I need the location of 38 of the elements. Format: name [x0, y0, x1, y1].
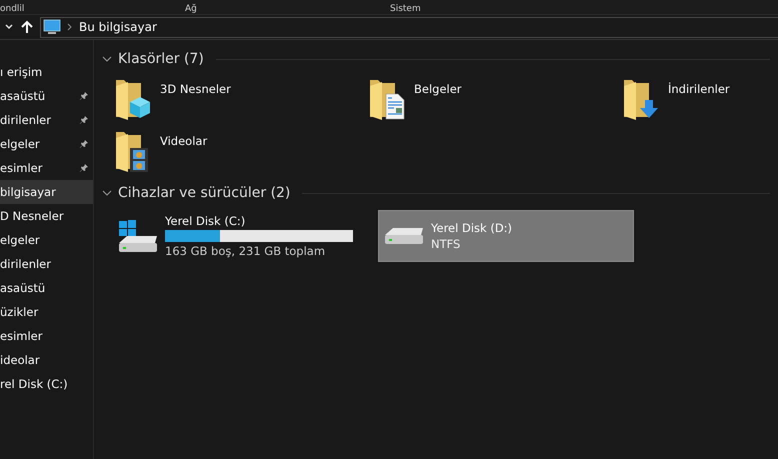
address-bar[interactable]: Bu bilgisayar	[40, 16, 778, 38]
sidebar-item[interactable]: üzikler	[0, 300, 93, 324]
sidebar-item[interactable]: elgeler	[0, 228, 93, 252]
monitor-icon	[43, 19, 61, 35]
sidebar-item[interactable]: bilgisayar	[0, 180, 93, 204]
folder-name[interactable]: İndirilenler	[668, 82, 730, 96]
ribbon-group-label: Sistem	[390, 4, 422, 14]
folder-name[interactable]: Belgeler	[414, 82, 462, 96]
chevron-down-icon[interactable]	[102, 55, 112, 63]
chevron-down-icon[interactable]	[102, 189, 112, 197]
sidebar-item[interactable]: D Nesneler	[0, 204, 93, 228]
up-arrow-icon[interactable]	[20, 20, 34, 34]
sidebar-item[interactable]: ideolar	[0, 348, 93, 372]
chevron-right-icon	[67, 23, 73, 31]
folder-name[interactable]: 3D Nesneler	[160, 82, 231, 96]
sidebar-item[interactable]: esimler	[0, 156, 93, 180]
drive-name: Yerel Disk (C:)	[165, 214, 246, 228]
drive-name: Yerel Disk (D:)	[431, 221, 514, 235]
section-header[interactable]: Cihazlar ve sürücüler (2)	[118, 185, 290, 201]
drive-icon	[385, 228, 423, 244]
section-header[interactable]: Klasörler (7)	[118, 51, 204, 67]
sidebar-item[interactable]: dirilenler	[0, 108, 93, 132]
sidebar-item[interactable]: ı erişim	[0, 60, 93, 84]
sidebar-item[interactable]: rel Disk (C:)	[0, 372, 93, 396]
breadcrumb-item[interactable]: Bu bilgisayar	[79, 20, 157, 34]
windows-drive-icon	[119, 220, 157, 252]
drive-tile[interactable]: Yerel Disk (D:) NTFS	[378, 210, 634, 262]
ribbon-group-label: Ağ	[185, 4, 198, 14]
folder-name[interactable]: Videolar	[160, 134, 208, 148]
drive-info: NTFS	[431, 237, 462, 251]
drive-tile[interactable]: Yerel Disk (C:) 163 GB boş, 231 GB toplam	[112, 210, 368, 262]
sidebar-item[interactable]: dirilenler	[0, 252, 93, 276]
ribbon-group-label: ondlil	[0, 4, 26, 14]
sidebar-item[interactable]: asaüstü	[0, 84, 93, 108]
sidebar-item[interactable]: asaüstü	[0, 276, 93, 300]
sidebar-item[interactable]: esimler	[0, 324, 93, 348]
sidebar-item[interactable]: elgeler	[0, 132, 93, 156]
drive-info: 163 GB boş, 231 GB toplam	[165, 244, 326, 258]
